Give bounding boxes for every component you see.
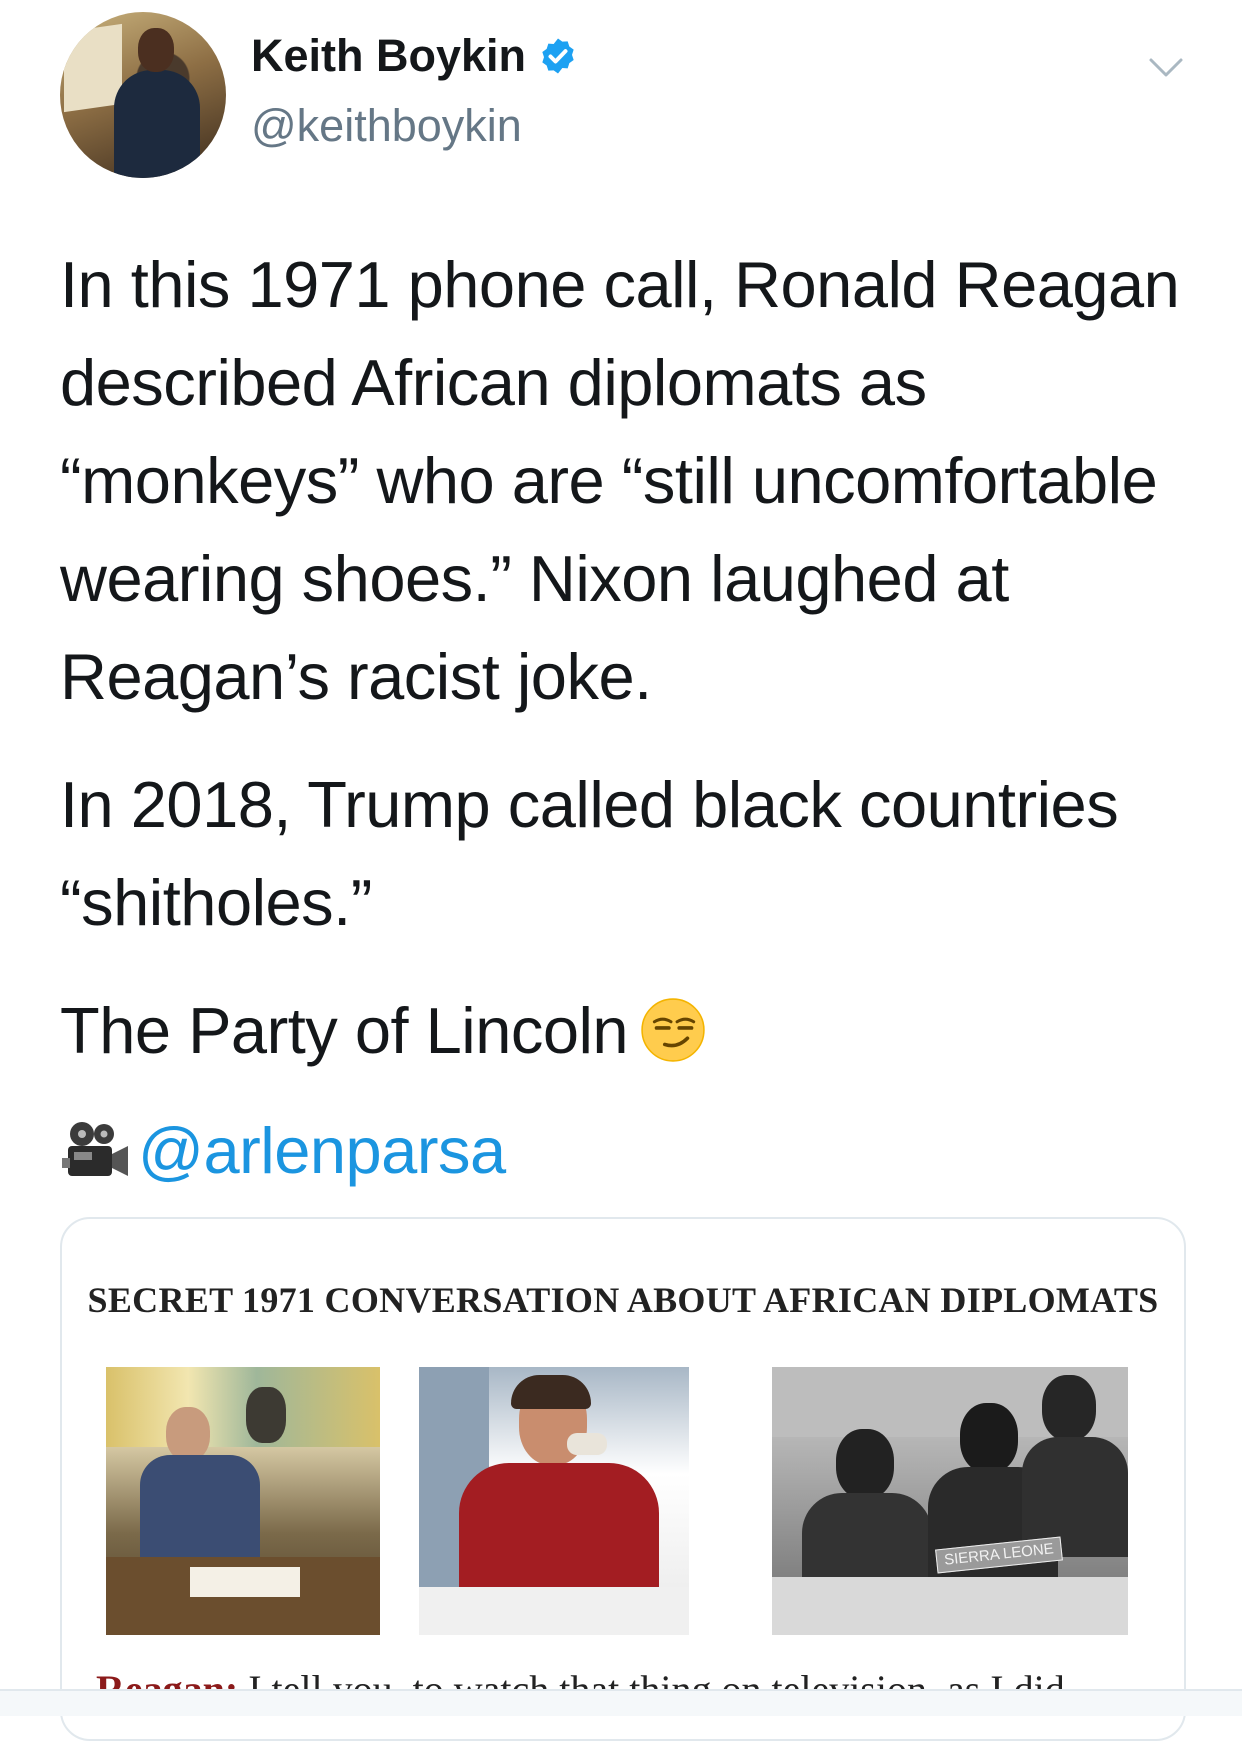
tweet-paragraph-1: In this 1971 phone call, Ronald Reagan d…: [60, 248, 1180, 713]
photo3-desk: [772, 1577, 1128, 1635]
photo3-person2-head: [960, 1403, 1018, 1473]
photo1-suit: [140, 1455, 260, 1565]
author-name-row[interactable]: Keith Boykin: [251, 30, 578, 82]
tweet-paragraph-3: The Party of Lincoln: [60, 982, 1180, 1080]
verified-badge-icon: [542, 38, 574, 74]
avatar-background-sign: [64, 23, 122, 113]
bottom-bar: [0, 1689, 1242, 1716]
photo2-hair: [511, 1375, 591, 1409]
author-display-name[interactable]: Keith Boykin: [251, 30, 526, 82]
photo1-bust: [246, 1387, 286, 1443]
photo2-red-shirt: [459, 1463, 659, 1593]
mention-row: @arlenparsa: [60, 1102, 1180, 1200]
photo1-head: [166, 1407, 210, 1461]
chevron-down-icon[interactable]: [1148, 56, 1184, 80]
tweet-paragraph-2: In 2018, Trump called black countries “s…: [60, 768, 1119, 939]
tweet-header: Keith Boykin @keithboykin: [60, 12, 1190, 182]
media-card[interactable]: SECRET 1971 CONVERSATION ABOUT AFRICAN D…: [60, 1217, 1186, 1741]
smirking-face-emoji-icon: [641, 998, 705, 1062]
photo-un-diplomats: SIERRA LEONE: [772, 1367, 1128, 1635]
media-card-title: SECRET 1971 CONVERSATION ABOUT AFRICAN D…: [87, 1280, 1159, 1320]
mention-link[interactable]: @arlenparsa: [138, 1102, 506, 1200]
photo-reagan-on-phone: [419, 1367, 689, 1635]
movie-camera-icon: [62, 1122, 128, 1176]
avatar-person-body: [114, 70, 200, 178]
photo1-window: [106, 1367, 380, 1447]
photo3-person1-head: [836, 1429, 894, 1499]
photo-nixon-on-phone: [106, 1367, 380, 1635]
photo2-desk: [419, 1587, 689, 1635]
tweet-paragraph-3-text: The Party of Lincoln: [60, 994, 629, 1067]
photo1-papers: [190, 1567, 300, 1597]
tweet-body: In this 1971 phone call, Ronald Reagan d…: [60, 236, 1180, 1200]
photo2-phone: [567, 1433, 607, 1455]
avatar[interactable]: [60, 12, 226, 178]
photo3-person3-head: [1042, 1375, 1096, 1441]
author-handle[interactable]: @keithboykin: [251, 100, 522, 152]
avatar-person-head: [138, 28, 174, 72]
